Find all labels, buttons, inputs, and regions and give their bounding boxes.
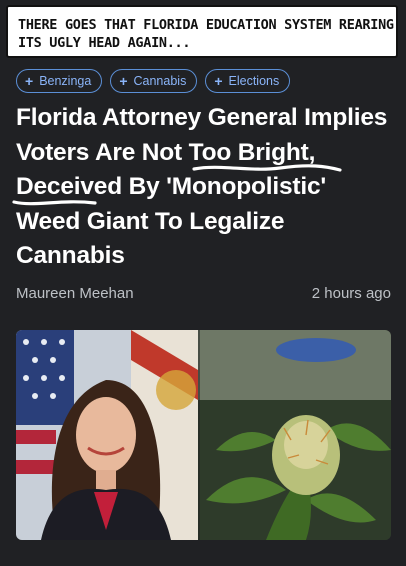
article-headline[interactable]: Florida Attorney General Implies Voters … — [16, 101, 396, 274]
tag-chip-row: + Benzinga + Cannabis + Elections — [16, 69, 291, 93]
tag-chip-label: Cannabis — [133, 74, 187, 88]
tag-chip-cannabis[interactable]: + Cannabis — [110, 69, 198, 93]
tag-chip-label: Elections — [228, 74, 280, 88]
headline-underlined-text: Bright — [237, 138, 309, 166]
author-name[interactable]: Maureen Meehan — [16, 285, 134, 302]
person-face — [76, 397, 136, 473]
plus-icon: + — [25, 73, 34, 89]
timestamp: 2 hours ago — [311, 285, 391, 302]
tag-chip-label: Benzinga — [39, 74, 92, 88]
headline-underlined-text: Are Not Too — [94, 138, 232, 166]
tag-chip-benzinga[interactable]: + Benzinga — [16, 69, 103, 93]
meme-caption-text: There goes that Florida education system… — [18, 17, 394, 51]
tag-chip-elections[interactable]: + Elections — [205, 69, 291, 93]
plus-icon: + — [214, 73, 223, 89]
article-thumbnail[interactable] — [16, 330, 391, 540]
meme-caption-box: There goes that Florida education system… — [6, 5, 398, 58]
plus-icon: + — [119, 73, 128, 89]
